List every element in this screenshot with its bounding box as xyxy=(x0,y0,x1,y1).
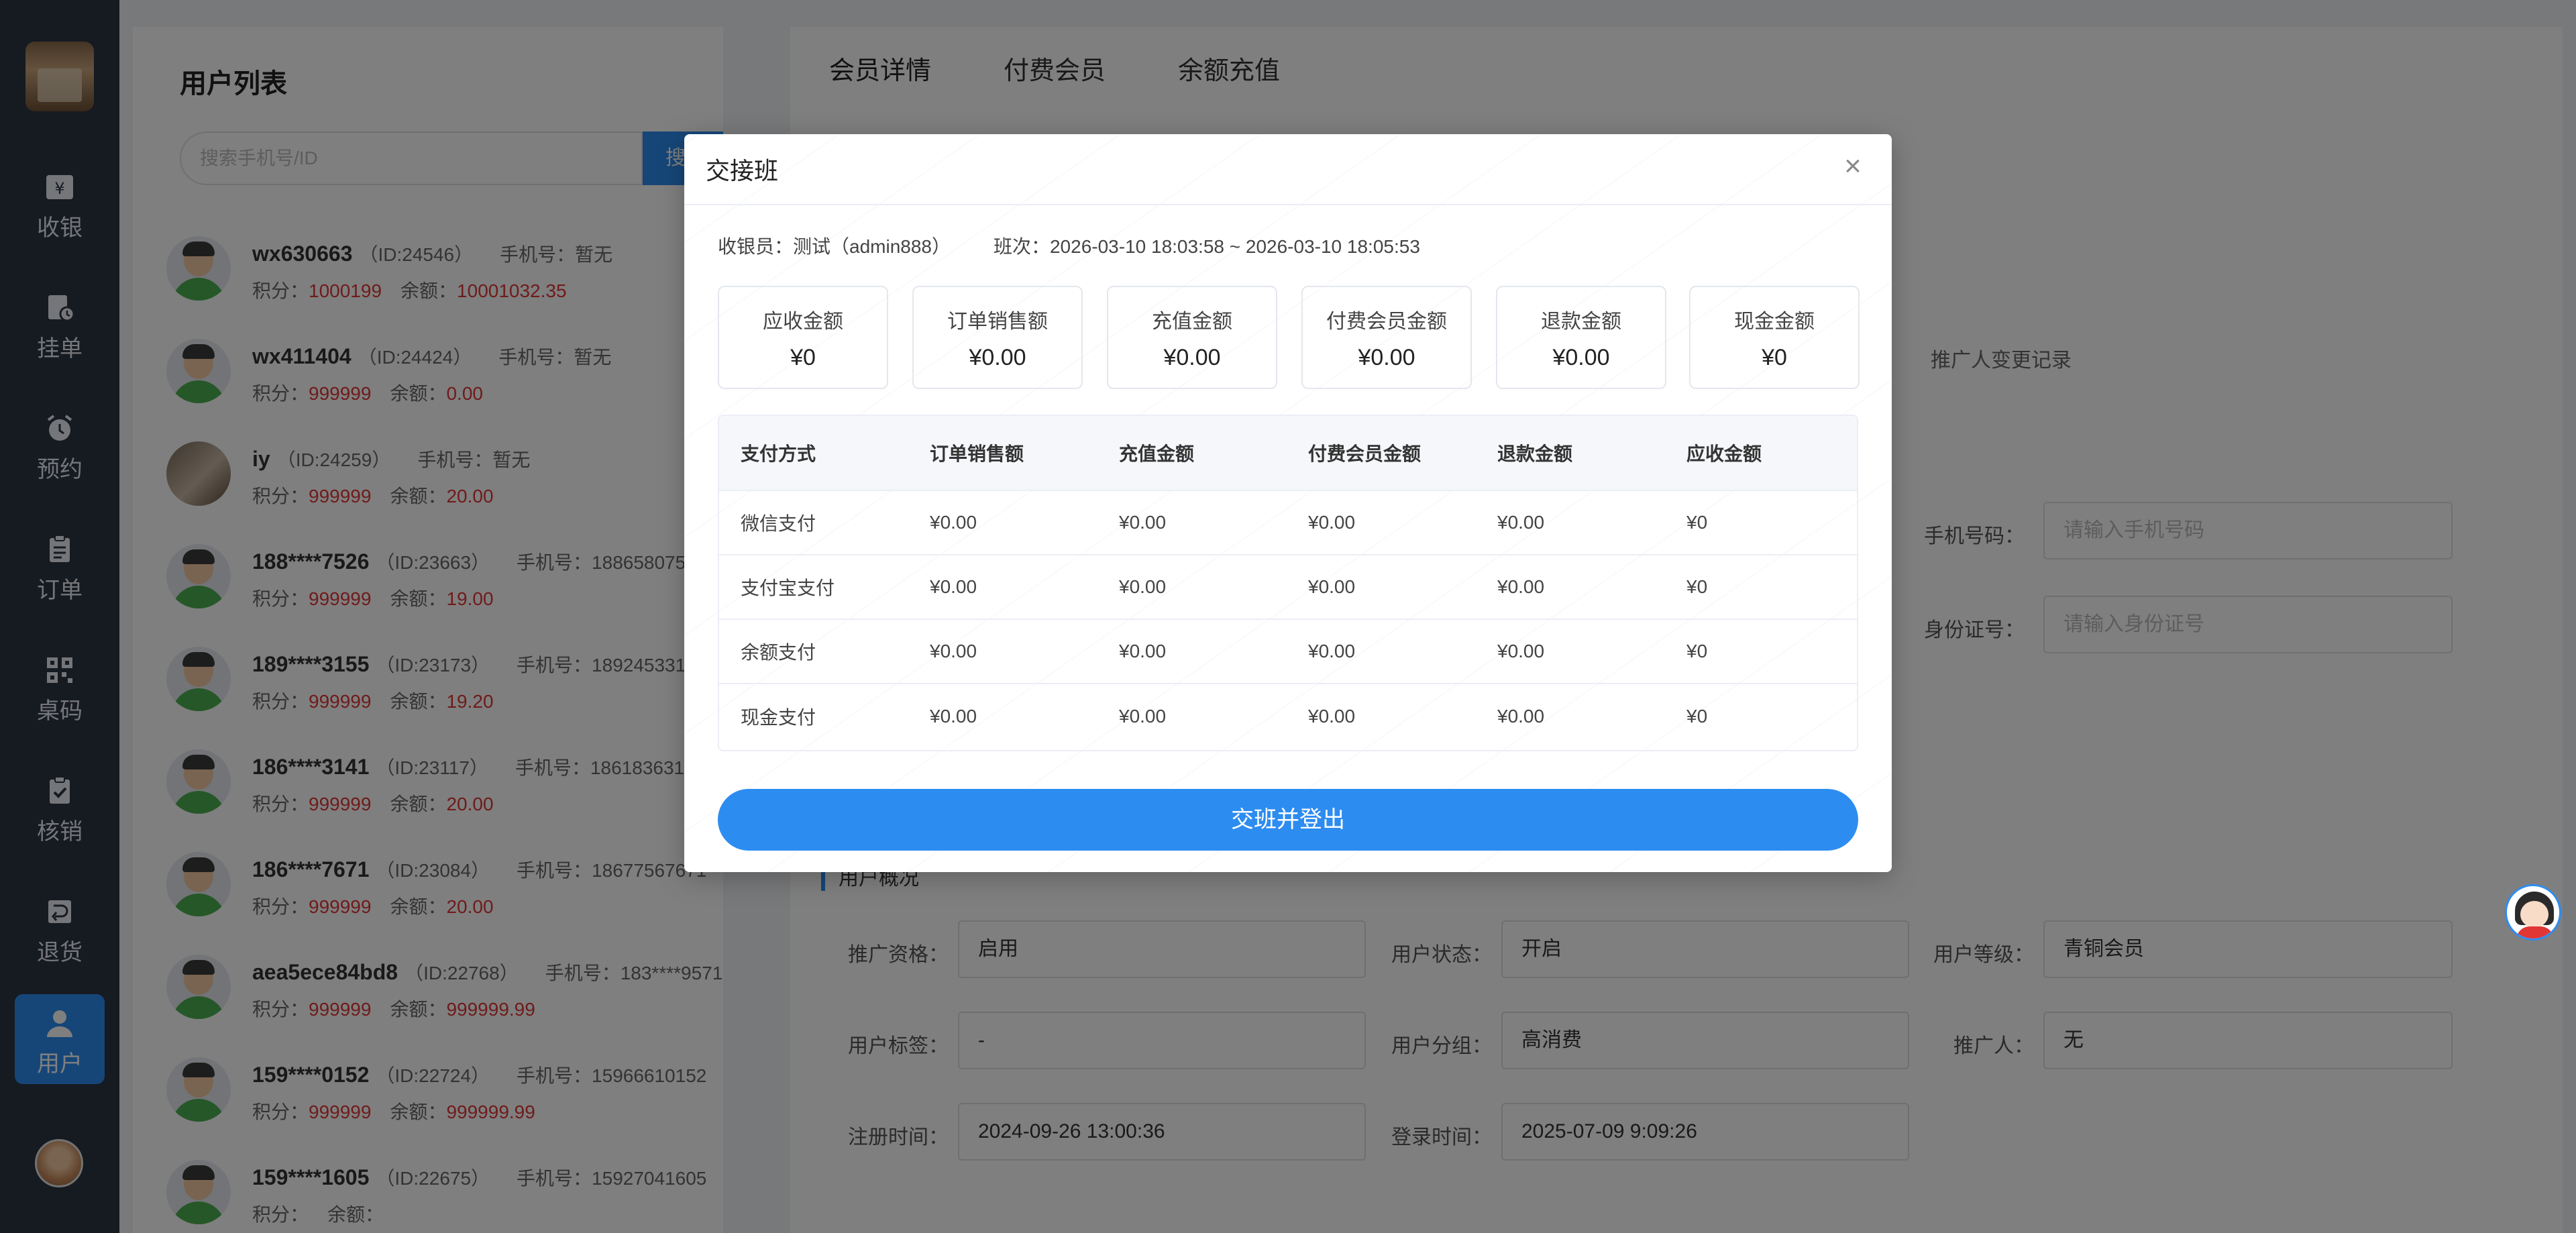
summary-card-order-sales: 订单销售额 ¥0.00 xyxy=(912,286,1083,389)
amount-cell: ¥0.00 xyxy=(1119,641,1167,661)
customer-service-avatar[interactable] xyxy=(2505,884,2561,941)
amount-cell: ¥0.00 xyxy=(1497,512,1545,533)
payment-method-cell: 现金支付 xyxy=(741,707,816,728)
card-value: ¥0 xyxy=(1762,345,1787,370)
amount-cell: ¥0.00 xyxy=(930,641,977,661)
amount-cell: ¥0.00 xyxy=(1497,706,1545,727)
card-value: ¥0.00 xyxy=(969,345,1026,370)
amount-cell: ¥0.00 xyxy=(1119,512,1167,533)
cashier-info: 收银员：测试（admin888） xyxy=(718,236,951,257)
column-header: 付费会员金额 xyxy=(1308,443,1421,464)
payment-method-cell: 余额支付 xyxy=(741,642,816,663)
summary-card-recharge: 充值金额 ¥0.00 xyxy=(1107,286,1277,389)
table-row: 支付宝支付 ¥0.00 ¥0.00 ¥0.00 ¥0.00 ¥0 xyxy=(719,555,1857,620)
card-title: 退款金额 xyxy=(1541,311,1621,333)
summary-card-receivable: 应收金额 ¥0 xyxy=(718,286,888,389)
amount-cell: ¥0.00 xyxy=(1119,706,1167,727)
amount-cell: ¥0.00 xyxy=(1308,641,1356,661)
close-icon[interactable]: × xyxy=(1838,152,1868,182)
card-value: ¥0 xyxy=(790,345,816,370)
card-title: 充值金额 xyxy=(1152,311,1232,333)
amount-cell: ¥0.00 xyxy=(930,706,977,727)
table-header: 支付方式 订单销售额 充值金额 付费会员金额 退款金额 应收金额 xyxy=(719,416,1857,491)
column-header: 退款金额 xyxy=(1497,443,1573,464)
handover-logout-button[interactable]: 交班并登出 xyxy=(718,789,1858,851)
amount-cell: ¥0.00 xyxy=(930,576,977,597)
shift-info: 收银员：测试（admin888） 班次：2026-03-10 18:03:58 ~… xyxy=(718,232,1420,259)
summary-card-refund: 退款金额 ¥0.00 xyxy=(1496,286,1666,389)
card-title: 订单销售额 xyxy=(947,311,1048,333)
summary-card-cash: 现金金额 ¥0 xyxy=(1689,286,1860,389)
amount-cell: ¥0.00 xyxy=(930,512,977,533)
column-header: 支付方式 xyxy=(741,443,816,464)
card-title: 付费会员金额 xyxy=(1326,311,1447,333)
amount-cell: ¥0 xyxy=(1686,512,1708,533)
summary-card-paid-member: 付费会员金额 ¥0.00 xyxy=(1301,286,1472,389)
amount-cell: ¥0.00 xyxy=(1308,576,1356,597)
table-row: 现金支付 ¥0.00 ¥0.00 ¥0.00 ¥0.00 ¥0 xyxy=(719,684,1857,749)
amount-cell: ¥0 xyxy=(1686,706,1708,727)
column-header: 充值金额 xyxy=(1119,443,1195,464)
amount-cell: ¥0 xyxy=(1686,576,1708,597)
card-title: 应收金额 xyxy=(763,311,843,333)
card-title: 现金金额 xyxy=(1734,311,1815,333)
amount-cell: ¥0.00 xyxy=(1308,706,1356,727)
dialog-title: 交接班 xyxy=(706,157,779,184)
amount-cell: ¥0.00 xyxy=(1119,576,1167,597)
card-value: ¥0.00 xyxy=(1163,345,1221,370)
column-header: 订单销售额 xyxy=(930,443,1024,464)
table-row: 微信支付 ¥0.00 ¥0.00 ¥0.00 ¥0.00 ¥0 xyxy=(719,491,1857,555)
card-value: ¥0.00 xyxy=(1552,345,1610,370)
table-row: 余额支付 ¥0.00 ¥0.00 ¥0.00 ¥0.00 ¥0 xyxy=(719,620,1857,684)
dialog-header: 交接班 × xyxy=(684,134,1892,205)
payment-method-cell: 微信支付 xyxy=(741,513,816,534)
amount-cell: ¥0 xyxy=(1686,641,1708,661)
shift-time-info: 班次：2026-03-10 18:03:58 ~ 2026-03-10 18:0… xyxy=(993,236,1420,257)
amount-cell: ¥0.00 xyxy=(1308,512,1356,533)
card-value: ¥0.00 xyxy=(1358,345,1415,370)
amount-cell: ¥0.00 xyxy=(1497,576,1545,597)
payment-method-cell: 支付宝支付 xyxy=(741,578,835,598)
amount-cell: ¥0.00 xyxy=(1497,641,1545,661)
shift-handover-dialog: 交接班 × 收银员：测试（admin888） 班次：2026-03-10 18:0… xyxy=(684,134,1892,872)
payment-method-table: 支付方式 订单销售额 充值金额 付费会员金额 退款金额 应收金额 微信支付 ¥0.… xyxy=(718,415,1858,751)
column-header: 应收金额 xyxy=(1686,443,1762,464)
